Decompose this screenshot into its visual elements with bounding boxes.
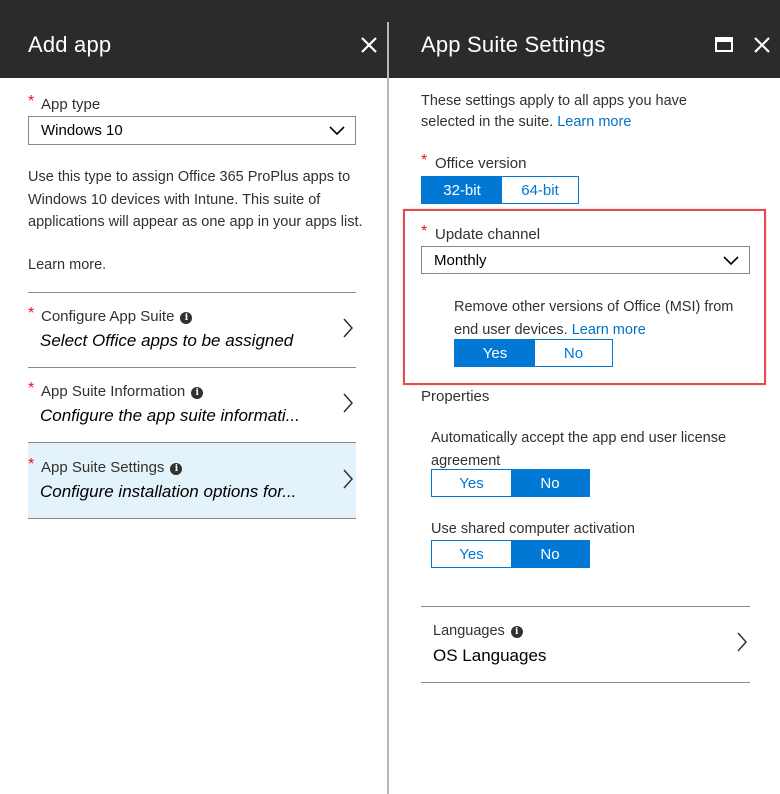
eula-yes-option[interactable]: Yes bbox=[432, 470, 511, 496]
configure-app-suite-title: Configure App Suite i bbox=[41, 308, 193, 325]
app-suite-information-subtitle: Configure the app suite informati... bbox=[40, 406, 300, 425]
info-icon[interactable]: i bbox=[170, 463, 183, 475]
app-suite-settings-title: App Suite Settings bbox=[421, 32, 606, 57]
required-asterisk: * bbox=[28, 456, 35, 473]
languages-item[interactable]: Languages i OS Languages bbox=[421, 606, 750, 683]
languages-value: OS Languages bbox=[433, 646, 547, 665]
languages-title: Languages i bbox=[433, 623, 523, 639]
maximize-icon[interactable] bbox=[711, 32, 737, 58]
app-suite-settings-subtitle: Configure installation options for... bbox=[40, 482, 297, 501]
shared-activation-yes-option[interactable]: Yes bbox=[432, 541, 511, 567]
window-top-strip bbox=[0, 0, 780, 22]
settings-intro-text: These settings apply to all apps you hav… bbox=[421, 93, 687, 130]
office-version-toggle[interactable]: 32-bit 64-bit bbox=[421, 176, 579, 204]
add-app-header: Add app bbox=[0, 22, 387, 78]
configure-app-suite-subtitle: Select Office apps to be assigned bbox=[40, 331, 294, 350]
office-version-32bit-option[interactable]: 32-bit bbox=[422, 177, 502, 203]
shared-activation-text: Use shared computer activation bbox=[431, 521, 635, 537]
chevron-right-icon bbox=[343, 469, 354, 489]
eula-toggle[interactable]: Yes No bbox=[431, 469, 590, 497]
eula-text: Automatically accept the app end user li… bbox=[431, 430, 727, 469]
learn-more-link[interactable]: Learn more. bbox=[28, 254, 106, 277]
chevron-down-icon bbox=[329, 126, 345, 136]
shared-activation-toggle[interactable]: Yes No bbox=[431, 540, 590, 568]
app-suite-information-item[interactable]: * App Suite Information i Configure the a… bbox=[28, 367, 356, 442]
panel-divider bbox=[387, 22, 389, 794]
close-icon[interactable] bbox=[749, 32, 775, 58]
required-asterisk: * bbox=[28, 305, 35, 322]
settings-intro: These settings apply to all apps you hav… bbox=[421, 91, 741, 133]
annotation-highlight-box bbox=[403, 209, 766, 385]
app-suite-information-title: App Suite Information i bbox=[41, 383, 204, 400]
required-asterisk: * bbox=[28, 380, 35, 397]
info-icon[interactable]: i bbox=[180, 312, 193, 324]
required-asterisk: * bbox=[421, 152, 428, 169]
chevron-right-icon bbox=[737, 632, 748, 652]
app-type-description: Use this type to assign Office 365 ProPl… bbox=[28, 169, 363, 230]
app-type-label: App type bbox=[41, 96, 101, 113]
app-type-value: Windows 10 bbox=[41, 122, 123, 139]
eula-no-option[interactable]: No bbox=[511, 470, 589, 496]
required-asterisk: * bbox=[28, 93, 35, 110]
app-suite-settings-title: App Suite Settings i bbox=[41, 459, 183, 476]
learn-more-link[interactable]: Learn more bbox=[557, 114, 631, 130]
app-suite-settings-item[interactable]: * App Suite Settings i Configure installa… bbox=[28, 442, 356, 519]
app-suite-settings-header: App Suite Settings bbox=[389, 22, 780, 78]
shared-activation-no-option[interactable]: No bbox=[511, 541, 589, 567]
office-version-64bit-option[interactable]: 64-bit bbox=[502, 177, 578, 203]
chevron-right-icon bbox=[343, 393, 354, 413]
properties-heading: Properties bbox=[421, 388, 490, 405]
info-icon[interactable]: i bbox=[510, 626, 523, 638]
close-icon[interactable] bbox=[356, 32, 382, 58]
add-app-title: Add app bbox=[28, 32, 112, 57]
chevron-right-icon bbox=[343, 318, 354, 338]
app-type-dropdown[interactable]: Windows 10 bbox=[28, 116, 356, 145]
office-version-label: Office version bbox=[435, 155, 527, 172]
configure-app-suite-item[interactable]: * Configure App Suite i Select Office app… bbox=[28, 292, 356, 367]
info-icon[interactable]: i bbox=[191, 387, 204, 399]
